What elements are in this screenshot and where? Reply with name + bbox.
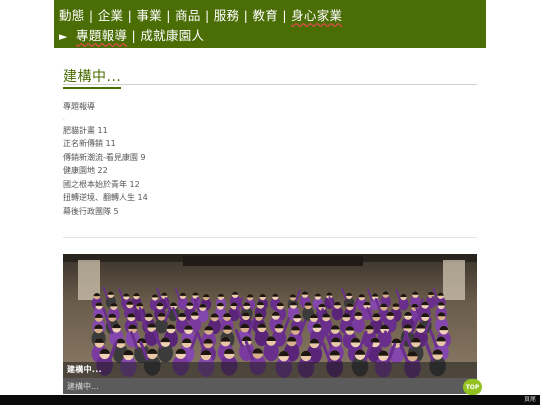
nav-link-services[interactable]: 服務	[214, 8, 240, 23]
footer-label: 頁尾	[523, 396, 536, 403]
footer-bar: 頁尾	[0, 395, 540, 405]
nav-separator: |	[204, 8, 210, 23]
list-item[interactable]: 扭轉逆境、翻轉人生 14	[63, 191, 148, 205]
nav-separator: |	[131, 28, 137, 43]
nav-separator: |	[127, 8, 133, 23]
photo-caption-title: 建構中...	[67, 365, 102, 374]
photo-caption-bar: 建構中...	[63, 378, 477, 394]
nav-link-wellness-family[interactable]: 身心家業	[291, 8, 342, 23]
nav-separator: |	[88, 8, 94, 23]
group-photo[interactable]: 建構中...	[63, 254, 477, 378]
play-arrow-icon: ►	[59, 30, 68, 43]
nav-link-education[interactable]: 教育	[252, 8, 278, 23]
photo-caption-subtitle: 建構中...	[67, 382, 99, 391]
group-photo-image	[63, 254, 477, 378]
top-navigation: 動態 | 企業 | 事業 | 商品 | 服務 | 教育 | 身心家業 ► 專題報…	[54, 0, 486, 48]
nav-separator: |	[282, 8, 287, 23]
bullet-dot: .	[63, 114, 65, 122]
page-title: 建構中...	[63, 66, 122, 89]
nav-secondary-row: ► 專題報導 | 成就康園人	[59, 25, 204, 44]
nav-link-company[interactable]: 企業	[98, 8, 124, 23]
nav-link-business[interactable]: 事業	[136, 8, 162, 23]
list-item[interactable]: 正名新傳銷 11	[63, 137, 148, 151]
category-list: 專題報導 . 肥貓計畫 11 正名新傳銷 11 傳銷新潮流-看見康園 9 健康園…	[63, 100, 148, 218]
photo-caption-overlay: 建構中...	[63, 362, 477, 378]
nav-link-special-reports[interactable]: 專題報導	[76, 28, 127, 43]
nav-link-products[interactable]: 商品	[175, 8, 201, 23]
nav-link-news[interactable]: 動態	[59, 8, 85, 23]
list-item[interactable]: 國之根本始於青年 12	[63, 178, 148, 192]
nav-separator: |	[166, 8, 171, 23]
list-item[interactable]: 肥貓計畫 11	[63, 124, 148, 138]
list-item[interactable]: 健康園地 22	[63, 164, 148, 178]
section-divider	[63, 237, 477, 238]
list-item[interactable]: 幕後行政團隊 5	[63, 205, 148, 219]
nav-primary-row: 動態 | 企業 | 事業 | 商品 | 服務 | 教育 | 身心家業	[59, 5, 342, 24]
list-item[interactable]: 傳銷新潮流-看見康園 9	[63, 151, 148, 165]
back-to-top-button[interactable]: TOP	[463, 379, 482, 395]
section-heading: 專題報導	[63, 102, 95, 111]
title-divider	[63, 84, 477, 85]
nav-link-member-success[interactable]: 成就康園人	[140, 28, 204, 43]
nav-separator: |	[243, 8, 249, 23]
